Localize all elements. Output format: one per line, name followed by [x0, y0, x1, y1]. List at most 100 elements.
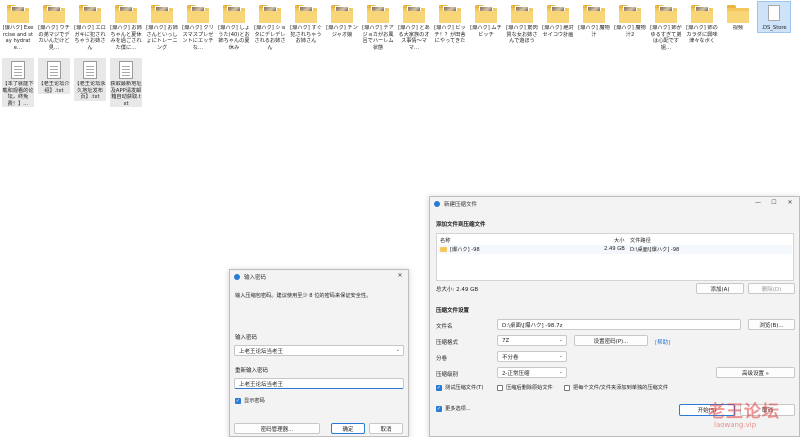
split-select[interactable]: 不分卷 ⌄ — [497, 351, 567, 362]
folder-icon — [691, 5, 713, 23]
close-icon[interactable]: ✕ — [395, 272, 405, 279]
reenter-password-field[interactable]: 上老王论坛当老王 — [234, 378, 404, 389]
password-manager-button[interactable]: 密码管理器... — [234, 423, 320, 434]
app-logo-icon — [434, 201, 440, 207]
desktop-icon[interactable]: [爆ハク] お姉ちゃんと夏休みを過ごされた僕に… — [110, 2, 142, 51]
desktop-icon[interactable]: 【本了就能下载和观看的论坛，终免费！】… — [2, 58, 34, 107]
desktop-icon[interactable]: [爆ハク] エロガキに犯されちゃうお姉さん — [74, 2, 106, 51]
separate-archives-checkbox[interactable]: 把每个文件/文件夹添加到单独的压缩文件 — [564, 384, 668, 391]
advanced-settings-button[interactable]: 高级设置 » — [716, 367, 795, 378]
desktop-icon[interactable]: [爆ハク] ウチの弟マジでデカいんだけど見… — [38, 2, 70, 51]
desktop-icon-label: 【本了就能下载和观看的论坛，终免费！】… — [2, 81, 34, 107]
desktop-icon[interactable]: 【老王论坛介绍】.txt — [38, 58, 70, 95]
folder-icon — [115, 5, 137, 23]
format-value: 7Z — [502, 337, 510, 344]
desktop-icon[interactable]: [爆ハク] 魔物汁 — [578, 2, 610, 38]
desktop-icon[interactable]: [爆ハク] お姉さんといっしょにトレーニング — [146, 2, 178, 51]
desktop-icon[interactable]: [爆ハク] クリスマスプレゼントにエッチな… — [182, 2, 214, 51]
folder-icon — [547, 5, 569, 23]
folder-icon — [727, 5, 749, 23]
desktop-icon[interactable]: [爆ハク] Exercise and stay hydrate… — [2, 2, 34, 51]
folder-icon — [151, 5, 173, 23]
folder-icon — [187, 5, 209, 23]
watermark: 老王论坛 laowang.vip — [708, 397, 798, 437]
password-instruction: 输入压缩包密码。建议使用至少 8 位的密码来保证安全性。 — [235, 293, 372, 299]
app-logo-icon — [234, 274, 240, 280]
checkbox-unchecked-icon — [497, 384, 503, 391]
desktop-icon[interactable]: [爆ハク] 姉がゆるすぎて弟は心配です 姐… — [650, 2, 682, 51]
file-row-size: 2.49 GB — [604, 246, 625, 252]
test-archive-checkbox[interactable]: ✓ 测试压缩文件(T) — [436, 384, 483, 391]
close-icon[interactable]: ✕ — [785, 199, 795, 206]
ok-button[interactable]: 确定 — [331, 423, 365, 434]
column-header-name: 名称 — [440, 238, 451, 244]
desktop-icon[interactable]: [爆ハク] しょうた(40)とお姉ちゃんの夏休み — [218, 2, 250, 51]
desktop-icon[interactable]: [爆ハク] ビッチ！？が田舎にやってきた — [434, 2, 466, 45]
format-select[interactable]: 7Z ⌄ — [497, 335, 567, 346]
cancel-button[interactable]: 取消 — [369, 423, 403, 434]
desktop-icon[interactable]: .DS_Store — [757, 1, 791, 33]
chevron-down-icon[interactable]: ⌄ — [396, 347, 400, 353]
separate-archives-label: 把每个文件/文件夹添加到单独的压缩文件 — [573, 385, 669, 391]
file-list[interactable]: 名称 大小 文件路径 [爆ハク] -98 2.49 GB D:\桌面\[爆ハク]… — [436, 233, 794, 281]
add-button[interactable]: 添加(A) — [696, 283, 744, 294]
folder-icon — [43, 5, 65, 23]
desktop-icon-label: [爆ハク] 姉のカラダに興味津々なボく — [686, 25, 718, 45]
browse-button[interactable]: 浏览(B)... — [748, 319, 795, 330]
maximize-icon[interactable]: ☐ — [769, 199, 779, 206]
desktop-icon[interactable]: 视频 — [722, 2, 754, 32]
folder-icon — [619, 5, 641, 23]
desktop-icon[interactable]: [爆ハク] とある大家族のオス事情～ママ… — [398, 2, 430, 51]
enter-password-field[interactable]: 上老王论坛当老王 ⌄ — [234, 345, 404, 356]
more-options-checkbox[interactable]: ✓ 更多选项... — [436, 405, 471, 412]
help-link[interactable]: [帮助] — [655, 338, 670, 346]
filename-field[interactable]: D:\桌面\[爆ハク] -98.7z — [497, 319, 741, 330]
desktop-icon[interactable]: [爆ハク] 魔物汁2 — [614, 2, 646, 38]
desktop-icon[interactable]: [爆ハク] テアジョカがお風呂でハーレム状態 — [362, 2, 394, 51]
split-label: 分卷 — [436, 356, 448, 362]
folder-icon — [79, 5, 101, 23]
chevron-down-icon: ⌄ — [558, 337, 563, 343]
folder-icon — [403, 5, 425, 23]
show-password-checkbox[interactable]: ✓ 显示密码 — [235, 397, 265, 404]
archive-dialog-title-bar[interactable]: 新建压缩文件 — [430, 197, 799, 211]
desktop-icon[interactable]: [爆ハク] 筋肉質な女お姉さんで遊ぼう — [506, 2, 538, 45]
checkbox-checked-icon: ✓ — [235, 397, 241, 404]
folder-icon — [583, 5, 605, 23]
desktop-icon-label: [爆ハク] 魔物汁2 — [614, 25, 646, 38]
desktop-icon[interactable]: [爆ハク] ムチビッチ — [470, 2, 502, 38]
desktop-icon-label: [爆ハク] テアジョカがお風呂でハーレム状態 — [362, 25, 394, 51]
enter-password-label: 输入密码 — [235, 335, 258, 341]
folder-icon — [223, 5, 245, 23]
desktop-icon[interactable]: 【老王论坛永久地址发布页】.txt — [74, 58, 106, 101]
desktop-icon-label: [爆ハク] 筋肉質な女お姉さんで遊ぼう — [506, 25, 538, 45]
desktop-icon[interactable]: [爆ハク] 絶対セイコウ計画 — [542, 2, 574, 38]
desktop-icon-label: [爆ハク] ビッチ！？が田舎にやってきた — [434, 25, 466, 45]
desktop-icon-label: [爆ハク] 姉がゆるすぎて弟は心配です 姐… — [650, 25, 682, 51]
delete-source-checkbox[interactable]: 压缩后删除原始文件 — [497, 384, 553, 391]
desktop-icon-label: [爆ハク] ムチビッチ — [470, 25, 502, 38]
desktop-icon-label: [爆ハク] ショタにデレデレされるお姉さん — [254, 25, 286, 51]
desktop-icon[interactable]: [爆ハク] ショタにデレデレされるお姉さん — [254, 2, 286, 51]
file-row-name: [爆ハク] -98 — [440, 246, 480, 253]
level-select[interactable]: 2-正常压缩 ⌄ — [497, 367, 567, 378]
desktop-icon[interactable]: 获取最新地址及APP请发邮箱自动获取.txt — [110, 58, 142, 107]
desktop-icon-label: [爆ハク] とある大家族のオス事情～ママ… — [398, 25, 430, 51]
text-file-icon — [7, 61, 29, 79]
password-dialog-title-bar[interactable]: 输入密码 ✕ — [230, 270, 408, 284]
column-header-size: 大小 — [614, 238, 625, 244]
folder-icon — [331, 5, 353, 23]
desktop-icon[interactable]: [爆ハク] すぐ犯されちゃうお姉さん — [290, 2, 322, 45]
watermark-text: 老王论坛 — [708, 402, 780, 422]
archive-dialog-title: 新建压缩文件 — [444, 202, 478, 208]
desktop-icon[interactable]: [爆ハク] 姉のカラダに興味津々なボく — [686, 2, 718, 45]
chevron-down-icon: ⌄ — [558, 353, 563, 359]
text-file-icon — [43, 61, 65, 79]
file-row[interactable]: [爆ハク] -98 2.49 GB D:\桌面\[爆ハク] -98 — [438, 245, 792, 254]
delete-button[interactable]: 删除(D) — [748, 283, 795, 294]
set-password-button[interactable]: 设置密码(P)... — [574, 335, 648, 346]
desktop-icon[interactable]: [爆ハク] チンジャオ娘 — [326, 2, 358, 38]
minimize-icon[interactable]: — — [753, 199, 763, 206]
folder-icon — [475, 5, 497, 23]
reenter-password-label: 重新输入密码 — [235, 368, 269, 374]
